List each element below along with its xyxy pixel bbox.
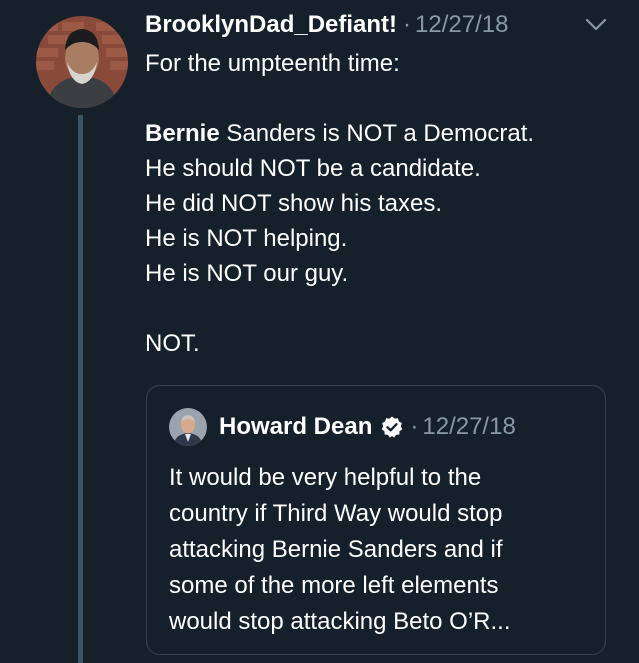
quoted-tweet-line: some of the more left elements: [169, 572, 499, 599]
quoted-tweet-card[interactable]: Howard Dean · 12/27/18 It would be very …: [146, 385, 606, 655]
quoted-tweet-text: It would be very helpful to the country …: [169, 460, 599, 640]
quoted-tweet-line: It would be very helpful to the: [169, 464, 482, 491]
verified-badge-icon: [382, 416, 403, 438]
tweet-text: For the umpteenth time: Bernie Sanders i…: [145, 46, 615, 361]
chevron-down-icon[interactable]: [583, 14, 609, 36]
tweet-timestamp[interactable]: 12/27/18: [415, 11, 508, 39]
quoted-author-avatar[interactable]: [169, 408, 207, 446]
author-avatar[interactable]: [36, 16, 128, 108]
tweet-line: Bernie Sanders is NOT a Democrat.: [145, 116, 615, 151]
header-separator: ·: [403, 11, 412, 38]
tweet[interactable]: BrooklynDad_Defiant! · 12/27/18 For the …: [0, 0, 639, 663]
quoted-tweet-line: attacking Bernie Sanders and if: [169, 536, 503, 563]
quoted-tweet-header: Howard Dean · 12/27/18: [219, 410, 516, 444]
tweet-line: For the umpteenth time:: [145, 50, 400, 77]
tweet-header: BrooklynDad_Defiant! · 12/27/18: [145, 8, 508, 42]
mention-text: Bernie: [145, 120, 220, 147]
author-avatar-image: [36, 16, 128, 108]
author-display-name[interactable]: BrooklynDad_Defiant!: [145, 11, 397, 39]
tweet-line: He is NOT helping.: [145, 225, 348, 252]
quoted-tweet-line: country if Third Way would stop: [169, 500, 503, 527]
quoted-tweet-line: would stop attacking Beto O’R...: [169, 608, 511, 635]
tweet-line: He did NOT show his taxes.: [145, 190, 443, 217]
tweet-line: He is NOT our guy.: [145, 260, 349, 287]
quoted-tweet-timestamp[interactable]: 12/27/18: [422, 413, 515, 441]
quoted-author-display-name[interactable]: Howard Dean: [219, 413, 372, 441]
tweet-line-rest: Sanders is NOT a Democrat.: [226, 120, 535, 147]
tweet-line: NOT.: [145, 330, 200, 357]
quoted-avatar-image: [169, 408, 207, 446]
thread-connector-line: [78, 115, 83, 663]
tweet-line: He should NOT be a candidate.: [145, 155, 481, 182]
quoted-header-separator: ·: [410, 413, 419, 440]
